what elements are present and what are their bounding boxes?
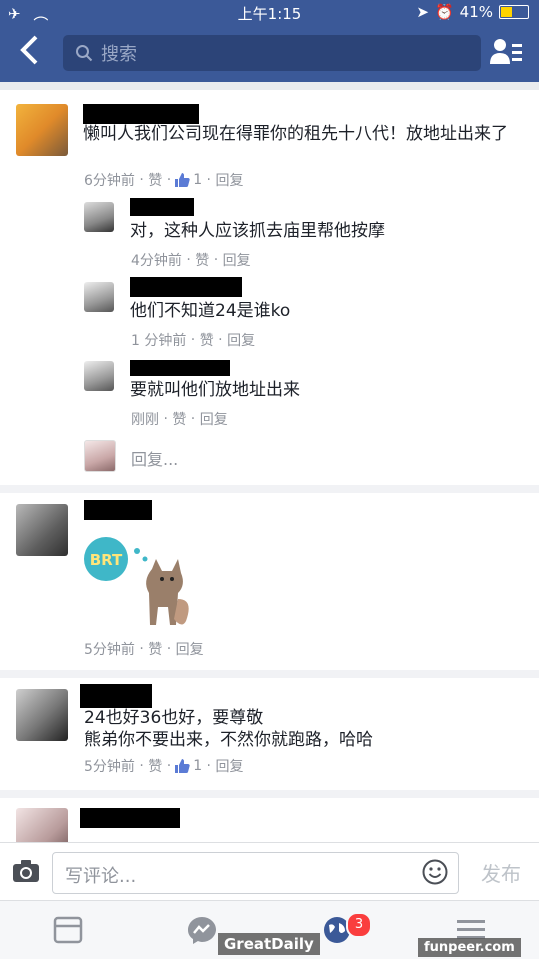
divider <box>0 790 539 798</box>
camera-icon[interactable] <box>12 859 40 883</box>
reply-time: 刚刚 <box>131 412 159 428</box>
sticker-image[interactable]: BRT <box>82 529 192 639</box>
comment-text: 24也好36也好，要尊敬 熊弟你不要出来，不然你就跑路，哈哈 <box>84 708 373 750</box>
comment-meta: 5分钟前 · 赞 · 1 · 回复 <box>84 756 244 776</box>
nav-bar: 搜索 <box>0 24 539 82</box>
avatar[interactable] <box>16 808 68 842</box>
reply-meta: 刚刚 · 赞 · 回复 <box>131 409 228 429</box>
like-link[interactable]: 赞 <box>148 170 162 190</box>
notifications-badge: 3 <box>346 912 372 938</box>
reply-input[interactable]: 回复... <box>131 446 178 470</box>
post-button[interactable]: 发布 <box>481 858 521 887</box>
watermark-greatdaily: GreatDaily <box>218 933 320 955</box>
comment-time: 5分钟前 <box>84 642 135 658</box>
news-feed-tab-icon[interactable] <box>52 915 84 945</box>
comment-item: 24也好36也好，要尊敬 熊弟你不要出来，不然你就跑路，哈哈 5分钟前 · 赞 … <box>0 678 539 790</box>
redacted-name <box>84 500 152 520</box>
search-icon <box>76 45 93 62</box>
like-link[interactable]: 赞 <box>200 330 214 350</box>
like-link[interactable]: 赞 <box>148 756 162 776</box>
redacted-name <box>80 684 152 708</box>
reply-link[interactable]: 回复 <box>176 639 204 659</box>
reply-text: 他们不知道24是谁ko <box>130 301 291 321</box>
chevron-left-icon <box>20 35 38 65</box>
comments-feed[interactable]: 懒叫人我们公司现在得罪你的租先十八代！放地址出来了 6分钟前 · 赞 · 1 ·… <box>0 90 539 842</box>
reply-link[interactable]: 回复 <box>215 756 243 776</box>
like-count: 1 <box>193 758 203 774</box>
divider <box>0 485 539 493</box>
emoji-icon[interactable] <box>422 859 448 885</box>
own-avatar <box>84 440 116 472</box>
reply-time: 1 分钟前 <box>131 333 187 349</box>
like-link[interactable]: 赞 <box>195 250 209 270</box>
back-button[interactable] <box>18 34 54 70</box>
comment-composer: 写评论... 发布 <box>0 842 539 901</box>
reply-meta: 4分钟前 · 赞 · 回复 <box>131 250 251 270</box>
divider <box>0 670 539 678</box>
reply-text: 要就叫他们放地址出来 <box>130 380 300 400</box>
search-input[interactable]: 搜索 <box>63 35 481 71</box>
watermark-funpeer: funpeer.com <box>418 938 521 957</box>
battery-icon <box>499 5 529 19</box>
redacted-name <box>130 198 194 216</box>
avatar[interactable] <box>16 104 68 156</box>
comment-placeholder: 写评论... <box>65 866 137 887</box>
alarm-icon: ⏰ <box>434 3 454 21</box>
friend-list-icon <box>490 39 522 64</box>
avatar[interactable] <box>16 504 68 556</box>
sticker-label: BRT <box>90 551 123 569</box>
reply-text: 对，这种人应该抓去庙里帮他按摩 <box>130 221 385 241</box>
battery-percent: 41% <box>459 3 493 21</box>
comment-item: 懒叫人我们公司现在得罪你的租先十八代！放地址出来了 6分钟前 · 赞 · 1 ·… <box>0 90 539 485</box>
comment-meta: 5分钟前 · 赞 · 回复 <box>84 639 204 659</box>
status-bar: ✈ ︵ 上午1:15 ➤ ⏰ 41% <box>0 0 539 24</box>
thumbs-up-icon <box>175 759 190 773</box>
avatar[interactable] <box>84 282 114 312</box>
like-link[interactable]: 赞 <box>172 409 186 429</box>
comment-text: 懒叫人我们公司现在得罪你的租先十八代！放地址出来了 <box>83 124 508 144</box>
thumbs-up-icon <box>175 173 190 187</box>
redacted-name <box>83 104 199 124</box>
reply-link[interactable]: 回复 <box>200 409 228 429</box>
comment-item <box>0 798 539 842</box>
like-link[interactable]: 赞 <box>148 639 162 659</box>
comment-meta: 6分钟前 · 赞 · 1 · 回复 <box>84 170 244 190</box>
friends-button[interactable] <box>489 36 523 68</box>
location-icon: ➤ <box>416 3 429 21</box>
avatar[interactable] <box>84 361 114 391</box>
redacted-name <box>80 808 180 828</box>
reply-time: 4分钟前 <box>131 253 182 269</box>
comment-time: 5分钟前 <box>84 759 135 775</box>
redacted-name <box>130 277 242 297</box>
like-count: 1 <box>193 172 203 188</box>
avatar[interactable] <box>84 202 114 232</box>
reply-link[interactable]: 回复 <box>223 250 251 270</box>
avatar[interactable] <box>16 689 68 741</box>
comment-item: BRT 5分钟前 · 赞 · 回复 <box>0 493 539 670</box>
reply-link[interactable]: 回复 <box>227 330 255 350</box>
search-placeholder: 搜索 <box>101 44 137 65</box>
reply-meta: 1 分钟前 · 赞 · 回复 <box>131 330 256 350</box>
reply-link[interactable]: 回复 <box>215 170 243 190</box>
redacted-name <box>130 360 230 376</box>
comment-time: 6分钟前 <box>84 173 135 189</box>
messenger-tab-icon[interactable] <box>186 915 218 945</box>
comment-input[interactable]: 写评论... <box>52 852 459 894</box>
